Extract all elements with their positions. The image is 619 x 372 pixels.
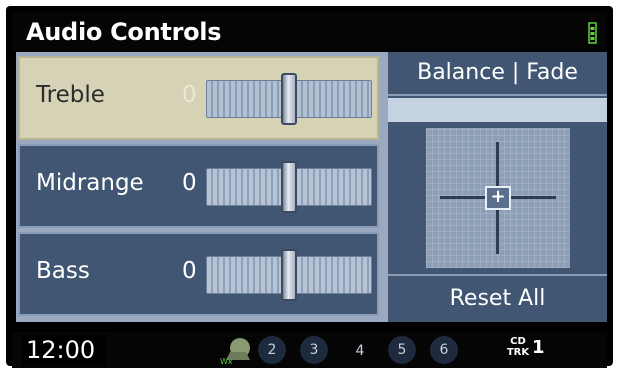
track-number: 1	[532, 337, 545, 358]
clock: 12:00	[22, 335, 106, 365]
battery-signal-icon	[588, 22, 597, 44]
weather-radio-icon[interactable]: Wx	[220, 334, 254, 366]
treble-slider[interactable]	[206, 73, 372, 125]
bass-label: Bass	[36, 258, 90, 284]
bass-value: 0	[182, 258, 197, 284]
status-bar: 12:00 Wx 2 3 4 5 6 CD TRK 1	[12, 332, 607, 368]
source-badge: CD TRK	[506, 336, 530, 358]
audio-controls-panel: Treble 0 Midrange 0 Bass 0 Balance | Fad…	[16, 52, 607, 322]
source-badge-top: CD	[510, 336, 526, 347]
display-screen: Audio Controls Treble 0 Midrange 0 Bass …	[6, 6, 613, 368]
treble-row[interactable]: Treble 0	[18, 56, 379, 140]
treble-label: Treble	[36, 82, 105, 108]
tone-controls: Treble 0 Midrange 0 Bass 0	[16, 52, 381, 322]
balance-fade-indicator-strip	[388, 98, 607, 122]
source-badge-bottom: TRK	[506, 347, 530, 358]
reset-all-button[interactable]: Reset All	[388, 274, 607, 318]
preset-4-button[interactable]: 4	[346, 337, 374, 365]
page-title: Audio Controls	[26, 18, 222, 46]
bass-row[interactable]: Bass 0	[18, 232, 379, 316]
reset-all-label: Reset All	[449, 286, 546, 311]
balance-fade-pad[interactable]: +	[426, 128, 570, 268]
balance-fade-title: Balance | Fade	[417, 60, 578, 85]
midrange-label: Midrange	[36, 170, 144, 196]
treble-slider-thumb[interactable]	[281, 73, 297, 125]
midrange-slider[interactable]	[206, 161, 372, 213]
balance-fade-marker[interactable]: +	[485, 186, 511, 210]
balance-fade-header[interactable]: Balance | Fade	[388, 52, 607, 96]
preset-6-button[interactable]: 6	[430, 336, 458, 364]
preset-5-button[interactable]: 5	[388, 336, 416, 364]
preset-3-button[interactable]: 3	[300, 336, 328, 364]
midrange-row[interactable]: Midrange 0	[18, 144, 379, 228]
midrange-slider-thumb[interactable]	[281, 161, 297, 213]
bass-slider-thumb[interactable]	[281, 249, 297, 301]
svg-text:Wx: Wx	[220, 357, 233, 366]
title-bar: Audio Controls	[12, 12, 607, 52]
bass-slider[interactable]	[206, 249, 372, 301]
balance-fade-panel: Balance | Fade + Reset All	[388, 52, 607, 322]
treble-value: 0	[182, 82, 197, 108]
midrange-value: 0	[182, 170, 197, 196]
preset-2-button[interactable]: 2	[258, 336, 286, 364]
